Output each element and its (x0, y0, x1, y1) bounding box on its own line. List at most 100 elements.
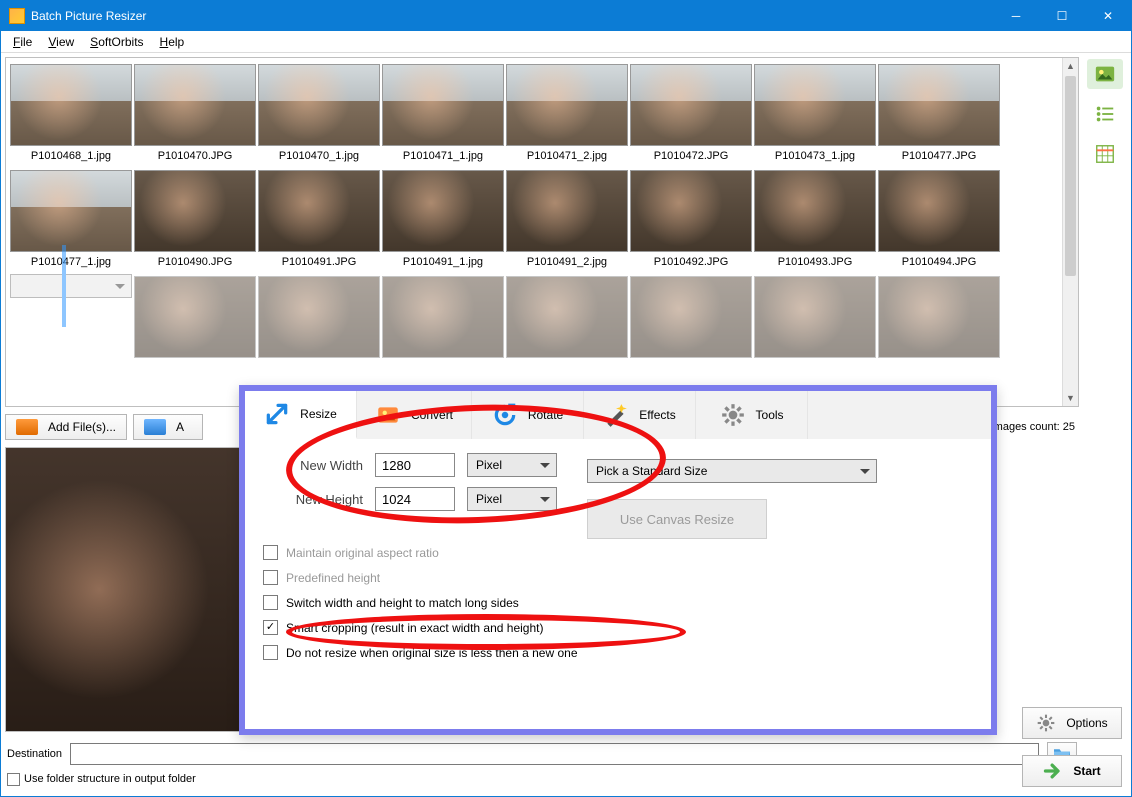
new-height-input[interactable] (375, 487, 455, 511)
thumbnail-label: P1010492.JPG (630, 254, 752, 272)
thumbnail[interactable]: P1010470_1.jpg (258, 62, 380, 166)
maintain-aspect-checkbox[interactable] (263, 545, 278, 560)
preview-image (5, 447, 240, 732)
minimize-button[interactable]: ─ (993, 1, 1039, 31)
thumbnail[interactable] (10, 274, 132, 298)
thumbnail[interactable] (258, 274, 380, 366)
thumbnail[interactable]: P1010471_2.jpg (506, 62, 628, 166)
tab-effects[interactable]: Effects (584, 391, 696, 439)
thumbnail-image (506, 276, 628, 358)
thumbnail[interactable]: P1010471_1.jpg (382, 62, 504, 166)
thumbnail-label: P1010470.JPG (134, 148, 256, 166)
thumbnail-label (134, 360, 256, 366)
switch-wh-checkbox[interactable] (263, 595, 278, 610)
switch-wh-label: Switch width and height to match long si… (286, 596, 519, 610)
thumbnail-label: P1010473_1.jpg (754, 148, 876, 166)
thumbnail[interactable] (506, 274, 628, 366)
tab-resize[interactable]: Resize (245, 391, 357, 439)
titlebar: Batch Picture Resizer ─ ☐ ✕ (1, 1, 1131, 31)
predefined-height-label: Predefined height (286, 571, 380, 585)
thumbnail-label (506, 360, 628, 366)
menu-softorbits[interactable]: SoftOrbits (84, 33, 149, 51)
thumbnail-image (878, 170, 1000, 252)
thumbnail-label: P1010468_1.jpg (10, 148, 132, 166)
view-thumbnails-button[interactable] (1087, 59, 1123, 89)
new-height-label: New Height (263, 492, 363, 507)
thumbnail[interactable] (878, 274, 1000, 366)
thumbnail[interactable]: P1010494.JPG (878, 168, 1000, 272)
close-button[interactable]: ✕ (1085, 1, 1131, 31)
scrollbar-vertical[interactable]: ▲ ▼ (1062, 58, 1078, 406)
no-resize-checkbox[interactable] (263, 645, 278, 660)
app-icon (9, 8, 25, 24)
thumbnail-label: P1010472.JPG (630, 148, 752, 166)
thumbnail-image (878, 276, 1000, 358)
maintain-aspect-label: Maintain original aspect ratio (286, 546, 439, 560)
thumbnail[interactable]: P1010473_1.jpg (754, 62, 876, 166)
new-width-input[interactable] (375, 453, 455, 477)
images-count: Images count: 25 (991, 421, 1079, 433)
thumbnail-image (258, 170, 380, 252)
scroll-down-icon[interactable]: ▼ (1063, 390, 1078, 406)
thumbnail[interactable]: P1010477.JPG (878, 62, 1000, 166)
add-files-button[interactable]: Add File(s)... (5, 414, 127, 440)
thumbnail[interactable]: P1010492.JPG (630, 168, 752, 272)
thumbnail[interactable] (382, 274, 504, 366)
smart-cropping-checkbox[interactable] (263, 620, 278, 635)
thumbnail-label: P1010477_1.jpg (10, 254, 132, 272)
maximize-button[interactable]: ☐ (1039, 1, 1085, 31)
thumbnail-image (10, 170, 132, 252)
destination-label: Destination (7, 748, 62, 760)
thumbnail-label: P1010494.JPG (878, 254, 1000, 272)
thumbnail-image (630, 170, 752, 252)
scroll-up-icon[interactable]: ▲ (1063, 58, 1078, 74)
thumbnail[interactable]: P1010490.JPG (134, 168, 256, 272)
thumbnail[interactable]: P1010493.JPG (754, 168, 876, 272)
no-resize-label: Do not resize when original size is less… (286, 646, 578, 660)
height-unit-select[interactable]: Pixel (467, 487, 557, 511)
width-unit-select[interactable]: Pixel (467, 453, 557, 477)
thumbnail-image (258, 64, 380, 146)
thumbnail[interactable]: P1010468_1.jpg (10, 62, 132, 166)
thumbnail-label: P1010491_1.jpg (382, 254, 504, 272)
thumbnail[interactable]: P1010472.JPG (630, 62, 752, 166)
thumbnail[interactable] (134, 274, 256, 366)
tab-rotate[interactable]: Rotate (472, 391, 584, 439)
thumbnail-image (258, 276, 380, 358)
thumbnail[interactable]: P1010491_2.jpg (506, 168, 628, 272)
thumbnail-image (630, 64, 752, 146)
window-title: Batch Picture Resizer (31, 9, 993, 23)
view-list-button[interactable] (1087, 99, 1123, 129)
gallery: P1010468_1.jpgP1010470.JPGP1010470_1.jpg… (5, 57, 1079, 407)
menu-file[interactable]: File (7, 33, 38, 51)
thumbnail[interactable] (754, 274, 876, 366)
tab-tools[interactable]: Tools (696, 391, 808, 439)
thumbnail-image (134, 64, 256, 146)
scroll-thumb[interactable] (1065, 76, 1076, 276)
thumbnail[interactable]: P1010491_1.jpg (382, 168, 504, 272)
start-button[interactable]: Start (1022, 755, 1122, 787)
resize-dialog: Resize Convert Rotate Effects Tools New … (239, 385, 997, 735)
thumbnail-image (10, 64, 132, 146)
tab-convert[interactable]: Convert (357, 391, 472, 439)
predefined-height-checkbox[interactable] (263, 570, 278, 585)
thumbnail-image (134, 170, 256, 252)
thumbnail-image (754, 276, 876, 358)
menu-help[interactable]: Help (154, 33, 191, 51)
destination-input[interactable] (70, 743, 1039, 765)
menu-view[interactable]: View (42, 33, 80, 51)
thumbnail[interactable]: P1010491.JPG (258, 168, 380, 272)
thumbnail[interactable] (630, 274, 752, 366)
folder-structure-checkbox[interactable] (7, 773, 20, 786)
add-folder-label: A (176, 420, 184, 434)
add-folder-button[interactable]: A (133, 414, 203, 440)
thumbnail[interactable]: P1010470.JPG (134, 62, 256, 166)
picture-icon (16, 419, 38, 435)
view-grid-button[interactable] (1087, 139, 1123, 169)
thumbnail-image (754, 64, 876, 146)
options-button[interactable]: Options (1022, 707, 1122, 739)
thumbnail-label (754, 360, 876, 366)
thumbnail[interactable]: P1010477_1.jpg (10, 168, 132, 272)
standard-size-select[interactable]: Pick a Standard Size (587, 459, 877, 483)
folder-structure-label: Use folder structure in output folder (24, 773, 196, 785)
